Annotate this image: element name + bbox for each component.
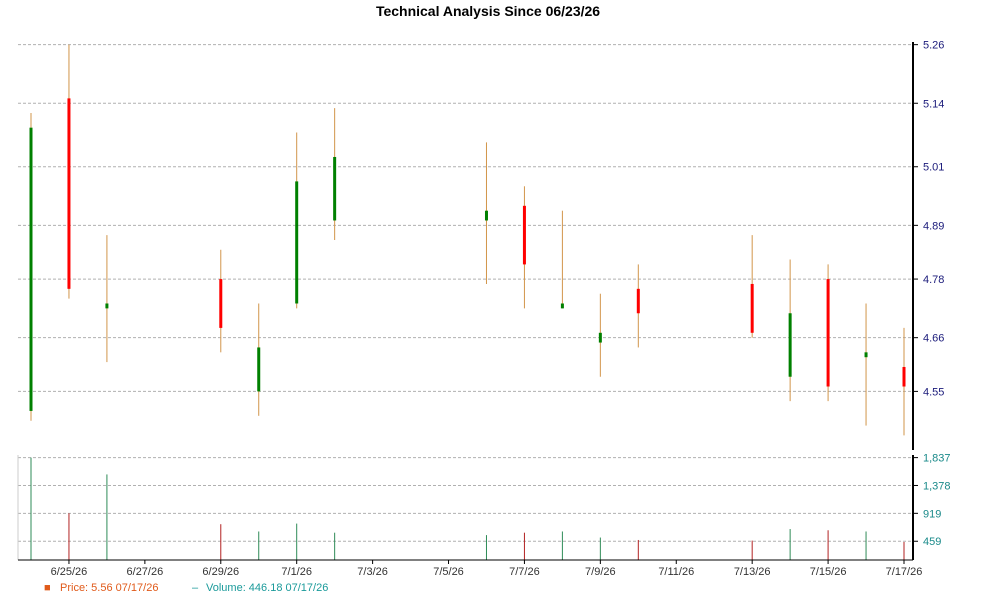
date-tick-label: 6/27/26	[127, 566, 164, 578]
price-tick-label: 4.55	[923, 386, 944, 398]
price-tick-label: 5.14	[923, 98, 944, 110]
legend-price-label: Price: 5.56 07/17/26	[60, 582, 158, 594]
date-tick-label: 7/3/26	[357, 566, 388, 578]
volume-tick-label: 1,378	[923, 480, 951, 492]
candle-body	[636, 288, 640, 314]
chart-background	[0, 0, 1000, 600]
candle-body	[522, 205, 526, 265]
candle-body	[105, 303, 109, 309]
candle-body	[257, 347, 261, 392]
candle-body	[295, 181, 299, 304]
candle-body	[219, 279, 223, 328]
date-tick-label: 7/17/26	[886, 566, 923, 578]
candle-body	[826, 279, 830, 387]
candle-body	[484, 210, 488, 221]
candle-body	[750, 283, 754, 333]
date-tick-label: 7/13/26	[734, 566, 771, 578]
price-tick-label: 4.78	[923, 274, 944, 286]
date-tick-label: 7/15/26	[810, 566, 847, 578]
date-tick-label: 7/1/26	[281, 566, 312, 578]
candle-body	[598, 332, 602, 343]
legend-price-marker: ■	[44, 582, 51, 594]
price-tick-label: 4.66	[923, 333, 944, 345]
candle-body	[333, 156, 337, 221]
legend-volume-marker: –	[192, 582, 199, 594]
date-tick-label: 6/29/26	[202, 566, 239, 578]
price-tick-label: 4.89	[923, 220, 944, 232]
candle-body	[902, 366, 906, 387]
volume-tick-label: 919	[923, 508, 941, 520]
chart-title: Technical Analysis Since 06/23/26	[376, 3, 600, 19]
volume-tick-label: 459	[923, 536, 941, 548]
legend-volume-label: Volume: 446.18 07/17/26	[206, 582, 328, 594]
candle-body	[67, 98, 71, 289]
candle	[826, 264, 830, 402]
candle	[29, 113, 33, 421]
date-tick-label: 7/7/26	[509, 566, 540, 578]
candlestick-chart: Technical Analysis Since 06/23/26 4.55 4.…	[0, 0, 1000, 600]
price-tick-label: 5.26	[923, 40, 944, 52]
date-tick-label: 7/5/26	[433, 566, 464, 578]
date-tick-label: 6/25/26	[51, 566, 88, 578]
candle-body	[560, 303, 564, 309]
candle-body	[29, 127, 33, 411]
date-tick-label: 7/11/26	[658, 566, 694, 578]
date-tick-label: 7/9/26	[585, 566, 616, 578]
candle-body	[864, 352, 868, 358]
price-tick-label: 5.01	[923, 162, 944, 174]
candle-body	[788, 313, 792, 377]
volume-tick-label: 1,837	[923, 453, 951, 465]
